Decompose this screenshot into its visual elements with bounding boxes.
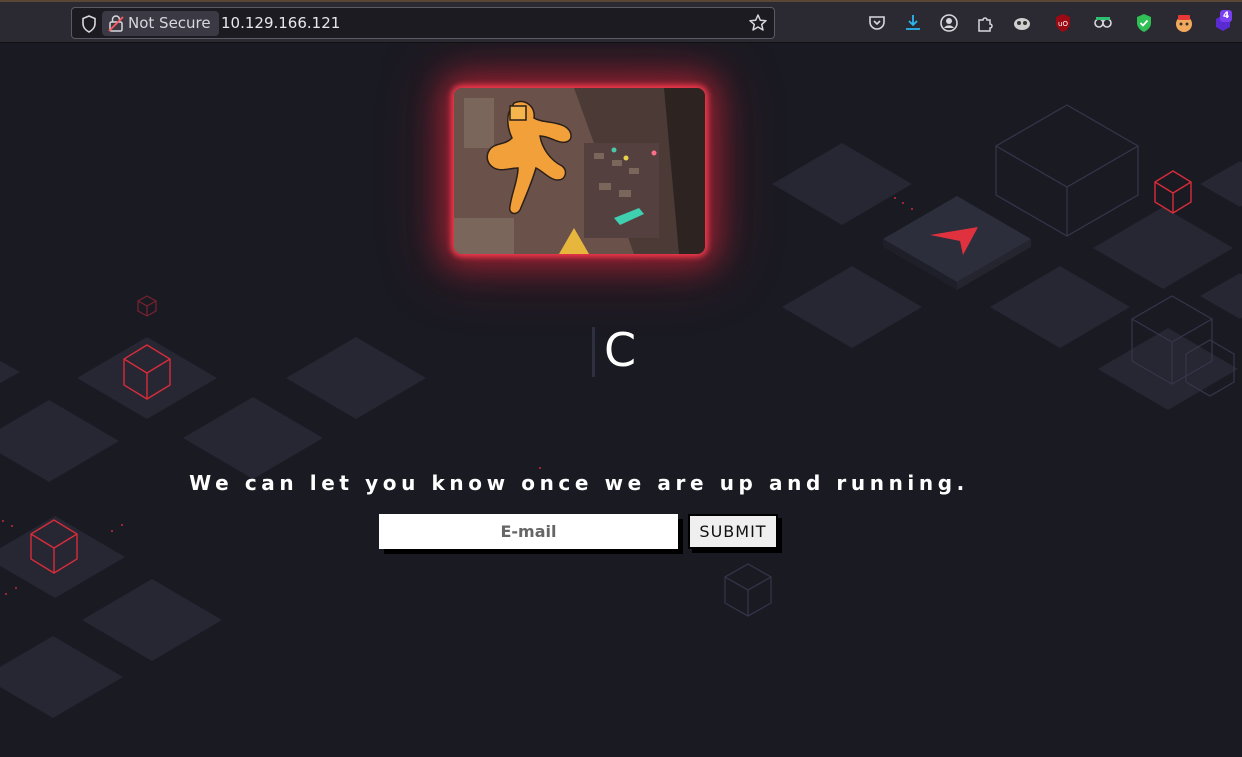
extension-icon[interactable] [1012,13,1032,33]
extension-icon[interactable] [1093,13,1113,33]
extension-badge: 4 [1220,10,1233,22]
tagline: We can let you know once we are up and r… [189,471,969,495]
pocket-icon[interactable] [867,13,887,33]
email-field[interactable] [379,514,678,549]
lock-icon [108,15,124,32]
submit-button[interactable]: SUBMIT [688,514,778,549]
extension-icon[interactable] [1174,13,1194,33]
hero-image [454,88,705,254]
shield-check-icon[interactable] [1134,13,1154,33]
url-bar[interactable]: Not Secure 10.129.166.121 [71,7,775,39]
page-content: C We can let you know once we are up and… [0,43,1242,757]
url-text[interactable]: 10.129.166.121 [221,14,340,32]
account-icon[interactable] [939,13,959,33]
security-label: Not Secure [128,14,211,32]
bookmark-star-icon[interactable] [748,13,768,33]
browser-toolbar: Not Secure 10.129.166.121 uO 4 [0,0,1242,43]
page-title: C [603,323,639,377]
ublock-icon[interactable]: uO [1053,13,1073,33]
typing-caret [592,327,595,377]
site-security-indicator[interactable]: Not Secure [102,11,219,36]
extensions-icon[interactable] [975,13,995,33]
shield-icon[interactable] [79,14,99,34]
download-icon[interactable] [903,13,923,33]
svg-text:uO: uO [1058,20,1068,28]
platform-tile [883,196,1031,290]
